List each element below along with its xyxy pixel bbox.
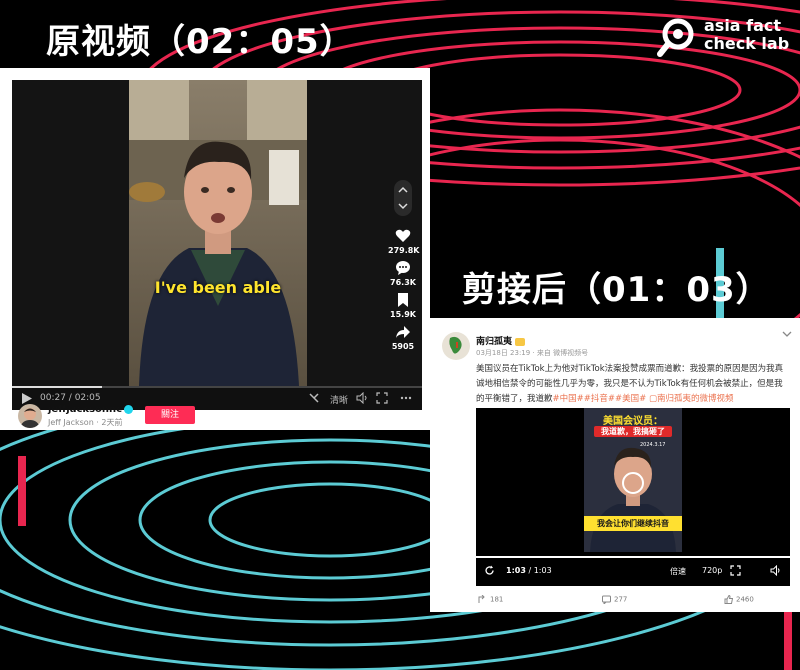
- progress-track[interactable]: [476, 556, 790, 558]
- comment-count: 277: [614, 595, 628, 604]
- bookmark-button[interactable]: 15.9K: [388, 292, 418, 319]
- speed-selector[interactable]: 倍速: [670, 566, 686, 577]
- share-icon: [396, 326, 410, 338]
- bookmark-icon: [398, 293, 408, 307]
- resolution-selector[interactable]: 720p: [702, 566, 722, 575]
- weibo-username-text: 南归孤夷: [476, 337, 513, 347]
- original-video-card: I've been able 279.8K 76.3K 15.9K 5905 0…: [0, 68, 430, 430]
- playback-time: 1:03 / 1:03: [506, 566, 552, 575]
- share-count: 5905: [391, 342, 415, 351]
- verified-icon: [124, 404, 134, 414]
- time-current: 1:03: [506, 566, 526, 575]
- edited-video-card: 南归孤夷 03月18日 23:19 · 来自 微博视频号 美国议员在TikTok…: [430, 318, 800, 612]
- save-count: 15.9K: [390, 310, 416, 319]
- post-hashtags[interactable]: #中国##抖音##美国# ▢南归孤夷的微博视频: [553, 394, 734, 404]
- comment-icon: [602, 595, 611, 606]
- repost-icon: [478, 594, 485, 603]
- thumbs-up-icon: [724, 594, 734, 604]
- repost-count: 181: [490, 595, 504, 604]
- like-button[interactable]: 2460: [724, 594, 754, 604]
- clip-date: 2024.3.17: [640, 442, 666, 448]
- label-edited: 剪接后（01：03）: [462, 270, 771, 310]
- author-subtitle: Jeff Jackson · 2天前: [48, 418, 123, 427]
- like-button[interactable]: 279.8K: [388, 228, 420, 255]
- clip-title: 美国会议员：: [603, 416, 663, 427]
- video-caption: I've been able: [154, 278, 282, 297]
- post-actions: 181 277 2460: [430, 594, 800, 610]
- fullscreen-icon[interactable]: [730, 565, 741, 576]
- chevron-down-icon[interactable]: [398, 201, 408, 211]
- loading-spinner-icon: [622, 472, 644, 494]
- logo-line-1: asia fact: [704, 16, 782, 35]
- chevron-up-icon[interactable]: [398, 185, 408, 195]
- magnifier-logo-icon: [657, 18, 694, 57]
- avatar[interactable]: [442, 332, 470, 360]
- comment-icon: [396, 261, 410, 275]
- vip-badge-icon: [515, 337, 526, 346]
- follow-button[interactable]: 關注: [145, 406, 195, 424]
- avatar-face-icon: [20, 408, 40, 428]
- avatar[interactable]: [18, 404, 42, 428]
- chevron-down-icon[interactable]: [782, 330, 792, 338]
- clip-banner: 我道歉，我搞砸了: [594, 426, 672, 437]
- post-text: 美国议员在TikTok上为他对TikTok法案投赞成票而道歉：我投票的原因是因为…: [476, 362, 788, 407]
- heart-icon: [395, 229, 411, 242]
- share-button[interactable]: 5905: [388, 324, 418, 351]
- accent-bar-red: [18, 456, 26, 526]
- post-meta: 03月18日 23:19 · 来自 微博视频号: [476, 349, 589, 357]
- repost-button[interactable]: 181: [478, 594, 504, 604]
- volume-icon[interactable]: [770, 565, 781, 576]
- video-nav-arrows[interactable]: [394, 180, 412, 216]
- logo-line-2: check lab: [704, 34, 790, 53]
- author-row: jeffjacksonnc Jeff Jackson · 2天前 關注: [12, 400, 422, 430]
- comment-button[interactable]: 76.3K: [388, 260, 418, 287]
- video-frame: 美国会议员： 我道歉，我搞砸了 2024.3.17 我会让你们继续抖音: [584, 408, 682, 552]
- weibo-username[interactable]: 南归孤夷: [476, 334, 526, 347]
- tiktok-video-player[interactable]: I've been able 279.8K 76.3K 15.9K 5905 0…: [12, 80, 422, 410]
- avatar-map-icon: [449, 336, 462, 354]
- video-frame: I've been able: [129, 80, 307, 386]
- comment-count: 76.3K: [390, 278, 416, 287]
- like-count: 279.8K: [388, 246, 420, 255]
- progress-fill: [12, 386, 103, 388]
- asia-fact-check-lab-logo: asia fact check lab: [656, 14, 796, 60]
- label-original: 原视频（02：05）: [46, 22, 355, 62]
- comment-button[interactable]: 277: [602, 595, 628, 606]
- player-controls: 1:03 / 1:03 倍速 720p: [476, 556, 790, 586]
- replay-icon[interactable]: [484, 565, 495, 576]
- author-handle[interactable]: jeffjacksonnc: [48, 404, 134, 415]
- accent-bar-red-bottom: [784, 612, 792, 670]
- author-handle-text: jeffjacksonnc: [48, 404, 123, 415]
- like-count: 2460: [736, 595, 754, 604]
- weibo-video-player[interactable]: 美国会议员： 我道歉，我搞砸了 2024.3.17 我会让你们继续抖音 1:03…: [476, 408, 790, 586]
- clip-subtitle: 我会让你们继续抖音: [584, 516, 682, 531]
- time-total: / 1:03: [528, 566, 552, 575]
- speaker-video-still: [129, 80, 307, 386]
